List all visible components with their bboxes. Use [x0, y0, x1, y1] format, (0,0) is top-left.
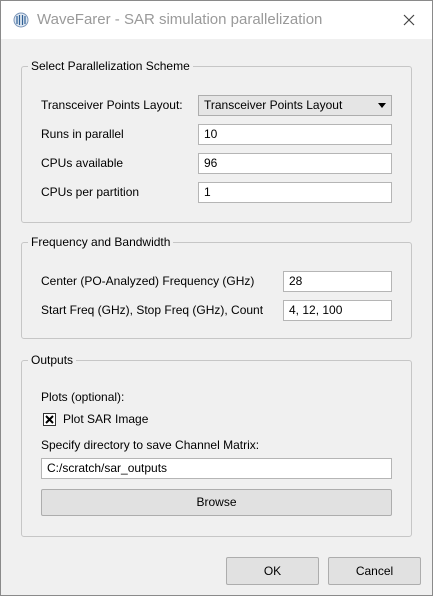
- close-button[interactable]: [386, 1, 432, 39]
- plots-label: Plots (optional):: [41, 390, 125, 404]
- close-icon: [403, 14, 415, 26]
- center-frequency-label: Center (PO-Analyzed) Frequency (GHz): [41, 274, 255, 288]
- plot-sar-checkbox-row[interactable]: Plot SAR Image: [41, 411, 241, 429]
- ok-button[interactable]: OK: [226, 557, 319, 585]
- layout-select-value: Transceiver Points Layout: [204, 98, 343, 112]
- center-frequency-input[interactable]: 28: [283, 271, 392, 292]
- cpus-per-partition-input[interactable]: 1: [198, 182, 392, 203]
- cpus-input[interactable]: 96: [198, 153, 392, 174]
- runs-label: Runs in parallel: [41, 127, 124, 141]
- cpus-label: CPUs available: [41, 156, 124, 170]
- layout-select[interactable]: Transceiver Points Layout: [198, 95, 392, 116]
- browse-button[interactable]: Browse: [41, 489, 392, 516]
- layout-label: Transceiver Points Layout:: [41, 98, 183, 112]
- window-title: WaveFarer - SAR simulation parallelizati…: [37, 11, 323, 28]
- checkmark-x-icon: [45, 415, 54, 424]
- cancel-button[interactable]: Cancel: [328, 557, 421, 585]
- directory-input[interactable]: C:/scratch/sar_outputs: [41, 458, 392, 479]
- runs-input[interactable]: 10: [198, 124, 392, 145]
- directory-label: Specify directory to save Channel Matrix…: [41, 438, 260, 452]
- plot-sar-checkbox[interactable]: [43, 413, 56, 426]
- outputs-legend: Outputs: [31, 353, 74, 367]
- cpus-per-partition-label: CPUs per partition: [41, 185, 140, 199]
- dialog-window: WaveFarer - SAR simulation parallelizati…: [0, 0, 433, 596]
- plot-sar-label: Plot SAR Image: [63, 412, 149, 426]
- parallelization-legend: Select Parallelization Scheme: [31, 59, 190, 73]
- wavefarer-logo-icon: [13, 12, 29, 28]
- frequency-legend: Frequency and Bandwidth: [31, 235, 171, 249]
- frequency-range-label: Start Freq (GHz), Stop Freq (GHz), Count: [41, 303, 264, 317]
- frequency-range-input[interactable]: 4, 12, 100: [283, 300, 392, 321]
- chevron-down-icon: [378, 103, 386, 108]
- title-bar: WaveFarer - SAR simulation parallelizati…: [1, 1, 432, 39]
